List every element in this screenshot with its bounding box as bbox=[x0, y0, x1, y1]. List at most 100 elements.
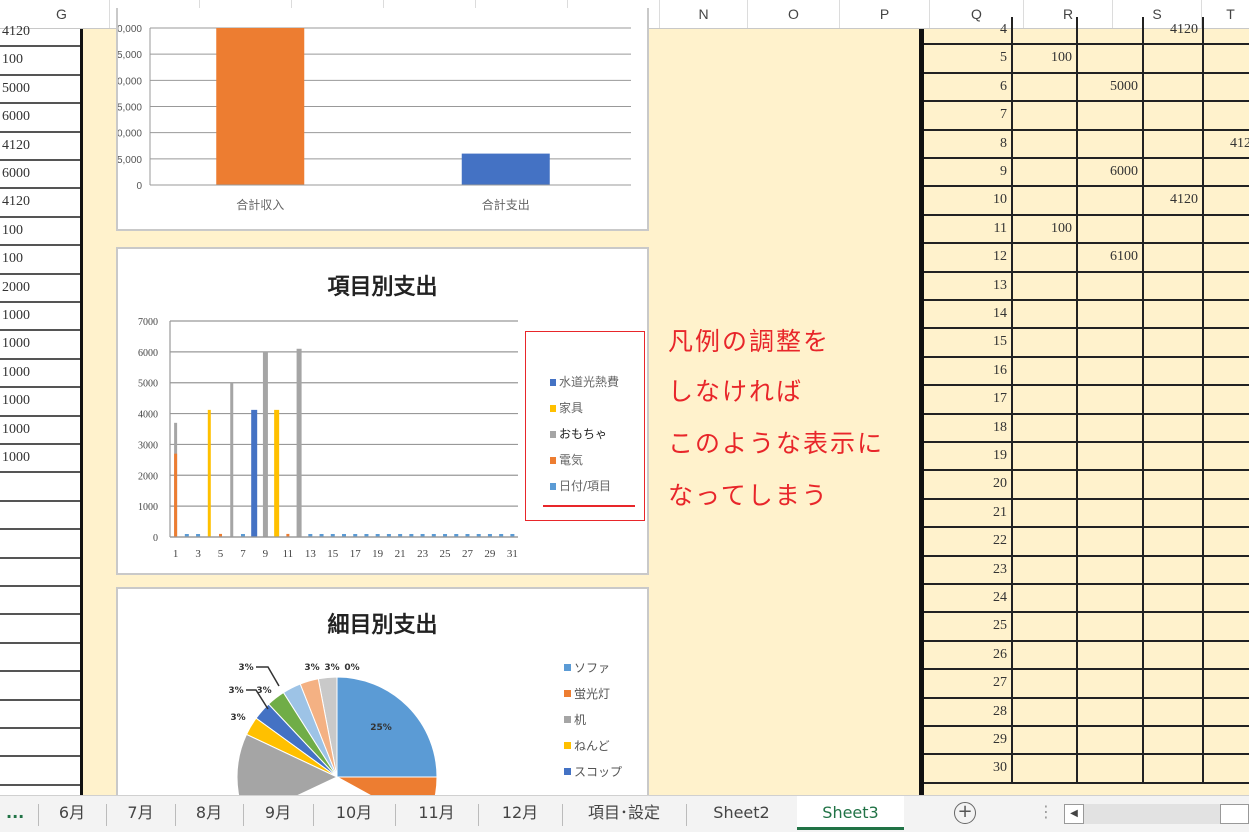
table-cell-q[interactable]: 10 bbox=[924, 187, 1013, 214]
g-cell[interactable]: 4120 bbox=[0, 133, 80, 161]
table-cell-r[interactable] bbox=[1013, 585, 1078, 612]
g-cell[interactable]: 6000 bbox=[0, 104, 80, 133]
table-cell-t[interactable] bbox=[1144, 45, 1204, 72]
table-cell-r[interactable]: 100 bbox=[1013, 215, 1078, 243]
column-header-p[interactable]: P bbox=[840, 0, 930, 28]
table-cell-s[interactable]: 5000 bbox=[1078, 73, 1144, 101]
g-cell[interactable] bbox=[0, 757, 80, 786]
table-cell-q[interactable]: 11 bbox=[924, 215, 1013, 243]
table-cell-u[interactable] bbox=[1204, 273, 1249, 299]
g-cell[interactable]: 4120 bbox=[0, 189, 80, 218]
table-cell-u[interactable] bbox=[1204, 102, 1249, 128]
table-cell-u[interactable] bbox=[1204, 642, 1249, 668]
table-cell-r[interactable] bbox=[1013, 187, 1078, 214]
table-cell-u[interactable] bbox=[1204, 471, 1249, 497]
table-cell-r[interactable] bbox=[1013, 73, 1078, 101]
table-cell-q[interactable]: 9 bbox=[924, 159, 1013, 186]
income-expense-chart[interactable]: 0 5,000 10,000 15,000 20,000 25,000 30,000 合計収入… bbox=[116, 8, 649, 231]
table-cell-t[interactable]: 4120 bbox=[1144, 187, 1204, 214]
table-cell-t[interactable] bbox=[1144, 641, 1204, 669]
table-cell-r[interactable] bbox=[1013, 755, 1078, 782]
table-cell-t[interactable] bbox=[1144, 443, 1204, 470]
table-cell-t[interactable] bbox=[1144, 556, 1204, 583]
table-cell-r[interactable] bbox=[1013, 471, 1078, 498]
scroll-left-button[interactable]: ◀ bbox=[1064, 804, 1084, 824]
g-cell[interactable]: 4120 bbox=[0, 19, 80, 48]
sheet-tab-7[interactable]: 項目･設定 bbox=[562, 796, 686, 830]
add-sheet-button[interactable]: + bbox=[954, 802, 976, 824]
table-cell-u[interactable] bbox=[1204, 585, 1249, 611]
g-cell[interactable] bbox=[0, 644, 80, 673]
table-cell-s[interactable] bbox=[1078, 357, 1144, 385]
table-cell-u[interactable] bbox=[1204, 500, 1249, 526]
table-cell-t[interactable] bbox=[1144, 357, 1204, 385]
g-cell[interactable] bbox=[0, 559, 80, 587]
table-cell-q[interactable]: 29 bbox=[924, 727, 1013, 754]
g-cell[interactable]: 1000 bbox=[0, 331, 80, 360]
horizontal-scrollbar-thumb[interactable] bbox=[1220, 804, 1249, 824]
table-cell-r[interactable] bbox=[1013, 414, 1078, 441]
table-cell-q[interactable]: 19 bbox=[924, 443, 1013, 470]
table-cell-q[interactable]: 20 bbox=[924, 471, 1013, 498]
table-cell-r[interactable] bbox=[1013, 613, 1078, 640]
table-cell-u[interactable] bbox=[1204, 415, 1249, 441]
table-cell-s[interactable] bbox=[1078, 130, 1144, 157]
table-cell-t[interactable] bbox=[1144, 755, 1204, 782]
table-cell-u[interactable] bbox=[1204, 358, 1249, 384]
g-cell[interactable]: 6000 bbox=[0, 161, 80, 190]
table-cell-t[interactable] bbox=[1144, 159, 1204, 186]
table-cell-s[interactable] bbox=[1078, 499, 1144, 527]
table-cell-u[interactable] bbox=[1204, 159, 1249, 185]
table-cell-r[interactable] bbox=[1013, 244, 1078, 271]
table-cell-r[interactable] bbox=[1013, 272, 1078, 299]
table-cell-s[interactable] bbox=[1078, 641, 1144, 669]
g-cell[interactable]: 2000 bbox=[0, 275, 80, 303]
table-cell-s[interactable] bbox=[1078, 556, 1144, 583]
table-cell-q[interactable]: 14 bbox=[924, 301, 1013, 328]
table-cell-r[interactable] bbox=[1013, 301, 1078, 328]
table-cell-u[interactable] bbox=[1204, 17, 1249, 43]
table-cell-r[interactable] bbox=[1013, 556, 1078, 583]
g-cell[interactable]: 1000 bbox=[0, 417, 80, 445]
g-cell[interactable] bbox=[0, 615, 80, 644]
table-cell-s[interactable] bbox=[1078, 613, 1144, 640]
table-cell-r[interactable] bbox=[1013, 17, 1078, 44]
table-cell-q[interactable]: 16 bbox=[924, 357, 1013, 385]
more-tabs-button[interactable]: ... bbox=[6, 796, 24, 830]
g-cell[interactable]: 1000 bbox=[0, 303, 80, 332]
table-cell-q[interactable]: 7 bbox=[924, 102, 1013, 129]
table-cell-q[interactable]: 30 bbox=[924, 755, 1013, 782]
table-cell-q[interactable]: 12 bbox=[924, 244, 1013, 271]
horizontal-scrollbar-track[interactable] bbox=[1084, 804, 1220, 824]
g-cell[interactable] bbox=[0, 473, 80, 502]
g-cell[interactable] bbox=[0, 587, 80, 616]
table-cell-t[interactable] bbox=[1144, 528, 1204, 555]
table-cell-q[interactable]: 27 bbox=[924, 670, 1013, 697]
table-cell-u[interactable] bbox=[1204, 528, 1249, 554]
table-cell-u[interactable] bbox=[1204, 443, 1249, 469]
table-cell-s[interactable] bbox=[1078, 17, 1144, 44]
table-cell-s[interactable] bbox=[1078, 187, 1144, 214]
table-cell-r[interactable] bbox=[1013, 159, 1078, 186]
sheet-tab-1[interactable]: 7月 bbox=[106, 796, 175, 830]
sheet-tab-9[interactable]: Sheet3 bbox=[797, 796, 904, 830]
table-cell-r[interactable] bbox=[1013, 102, 1078, 129]
table-cell-u[interactable]: 4120 bbox=[1204, 131, 1249, 157]
table-cell-t[interactable] bbox=[1144, 301, 1204, 328]
table-cell-t[interactable] bbox=[1144, 499, 1204, 527]
sheet-tab-0[interactable]: 6月 bbox=[38, 796, 106, 830]
column-header-o[interactable]: O bbox=[748, 0, 840, 28]
table-cell-r[interactable] bbox=[1013, 641, 1078, 669]
subcategory-expense-pie-chart[interactable]: 細目別支出 25% 3% 0% 3% 3% 3% 3% 3% ソファ 蛍光灯机ねんど スコップ bbox=[116, 587, 649, 809]
table-cell-t[interactable] bbox=[1144, 102, 1204, 129]
sheet-tab-5[interactable]: 11月 bbox=[395, 796, 478, 830]
g-cell[interactable]: 5000 bbox=[0, 76, 80, 105]
sheet-tab-8[interactable]: Sheet2 bbox=[686, 796, 797, 830]
table-cell-s[interactable] bbox=[1078, 414, 1144, 441]
table-cell-r[interactable] bbox=[1013, 329, 1078, 356]
table-cell-q[interactable]: 22 bbox=[924, 528, 1013, 555]
table-cell-u[interactable] bbox=[1204, 699, 1249, 725]
table-cell-s[interactable] bbox=[1078, 727, 1144, 754]
table-cell-r[interactable] bbox=[1013, 443, 1078, 470]
g-cell[interactable]: 100 bbox=[0, 47, 80, 76]
